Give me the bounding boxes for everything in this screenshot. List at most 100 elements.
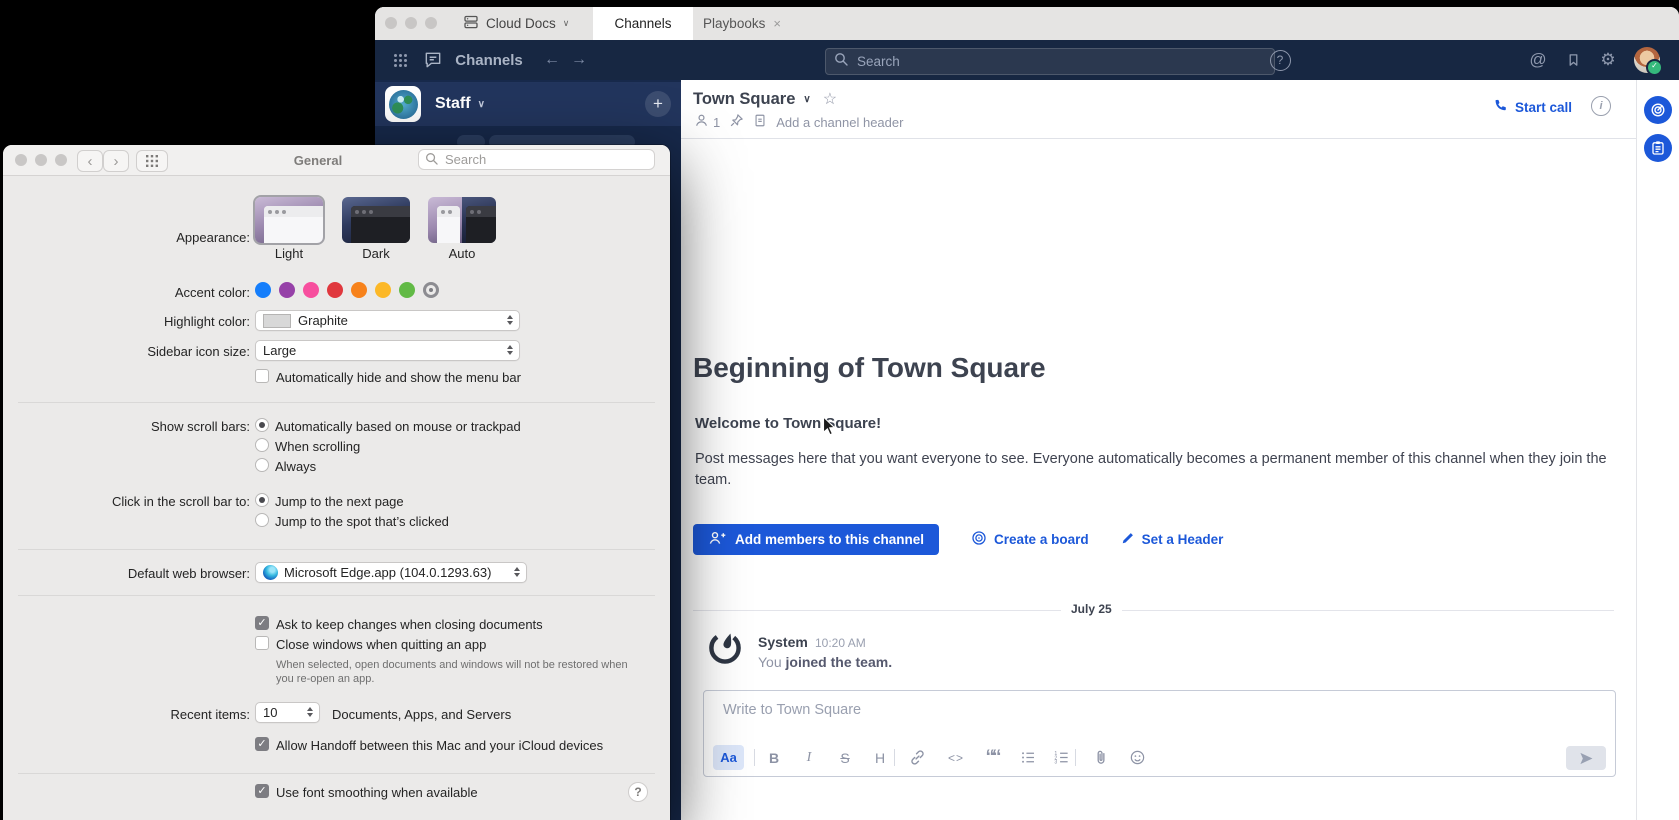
add-channel-header-button[interactable]: Add a channel header (776, 115, 903, 130)
close-windows-checkbox[interactable] (255, 636, 269, 650)
formatting-toggle-button[interactable]: Aa (713, 745, 744, 770)
appearance-auto-thumb[interactable] (428, 197, 496, 243)
scrollbars-radio-always[interactable] (255, 458, 269, 472)
message-input[interactable] (721, 701, 1425, 719)
italic-button[interactable]: I (797, 745, 821, 770)
history-forward-icon[interactable]: → (566, 40, 592, 80)
separator (18, 773, 655, 774)
chevron-down-icon: ∨ (478, 99, 485, 110)
saved-posts-bookmark-icon[interactable] (1561, 40, 1585, 80)
channel-name-menu[interactable]: Town Square ∨ ☆ (693, 89, 837, 109)
bulleted-list-button[interactable] (1016, 745, 1040, 770)
system-avatar-mattermost-logo (708, 631, 742, 665)
settings-gear-icon[interactable]: ⚙ (1595, 40, 1621, 80)
members-button[interactable]: 1 (694, 113, 720, 131)
bold-button[interactable]: B (762, 745, 786, 770)
global-search[interactable] (825, 48, 1275, 75)
zoom-traffic-light[interactable] (425, 17, 437, 29)
server-dropdown[interactable]: Cloud Docs ∨ (463, 7, 569, 40)
accent-swatch-blue[interactable] (255, 282, 271, 298)
emoji-button[interactable] (1125, 745, 1149, 770)
favorite-star-icon[interactable]: ☆ (823, 89, 837, 109)
team-header[interactable]: Staff ∨ + (375, 82, 681, 126)
font-smoothing-checkbox[interactable]: ✓ (255, 784, 269, 798)
scrollbars-radio-auto[interactable] (255, 418, 269, 432)
scrollbars-radio-when-scrolling[interactable] (255, 438, 269, 452)
zoom-traffic-light[interactable] (55, 154, 67, 166)
pinned-posts-icon[interactable] (729, 113, 744, 131)
link-button[interactable] (905, 745, 929, 770)
show-all-grid-icon[interactable] (136, 150, 168, 172)
code-button[interactable]: <> (944, 745, 968, 770)
help-question-button[interactable]: ? (628, 782, 648, 802)
scrollclick-radio-spot[interactable] (255, 513, 269, 527)
close-traffic-light[interactable] (385, 17, 397, 29)
recent-items-label: Recent items: (3, 707, 250, 722)
accent-swatch-graphite-selected[interactable] (423, 282, 439, 298)
boards-icon[interactable] (1644, 96, 1672, 124)
sidebar-icon-size-label: Sidebar icon size: (3, 344, 250, 359)
welcome-text: Post messages here that you want everyon… (695, 449, 1613, 491)
product-switcher-grid-icon[interactable] (387, 40, 413, 80)
help-icon[interactable]: ? (1268, 40, 1292, 80)
start-call-button[interactable]: Start call (1493, 98, 1572, 116)
channel-header: Town Square ∨ ☆ 1 (681, 80, 1636, 139)
tab-playbooks[interactable]: Playbooks × (697, 7, 787, 40)
attachment-paperclip-icon[interactable] (1089, 745, 1113, 770)
hide-menubar-checkbox[interactable] (255, 369, 269, 383)
history-back-icon[interactable]: ← (539, 40, 565, 80)
minimize-traffic-light[interactable] (405, 17, 417, 29)
close-traffic-light[interactable] (15, 154, 27, 166)
prefs-search-input[interactable] (443, 151, 648, 168)
ask-keep-changes-checkbox[interactable]: ✓ (255, 616, 269, 630)
search-input[interactable] (855, 53, 1266, 70)
accent-swatch-red[interactable] (327, 282, 343, 298)
tab-channels[interactable]: Channels (593, 7, 693, 40)
date-divider[interactable]: July 25 (1061, 602, 1122, 616)
post-author[interactable]: System (758, 634, 808, 650)
accent-swatch-purple[interactable] (279, 282, 295, 298)
separator (18, 549, 655, 550)
strikethrough-button[interactable]: S (833, 745, 857, 770)
set-header-button[interactable]: Set a Header (1121, 531, 1224, 548)
accent-swatch-green[interactable] (399, 282, 415, 298)
playbooks-icon[interactable] (1644, 134, 1672, 162)
appearance-light-thumb[interactable] (255, 197, 323, 243)
sidebar-icon-size-select[interactable]: Large (255, 340, 520, 361)
handoff-checkbox[interactable]: ✓ (255, 737, 269, 751)
check-icon: ✓ (257, 785, 266, 797)
minimize-traffic-light[interactable] (35, 154, 47, 166)
channel-files-icon[interactable] (753, 113, 767, 131)
user-avatar[interactable]: ✓ (1631, 40, 1663, 80)
handoff-label: Allow Handoff between this Mac and your … (276, 738, 603, 753)
accent-swatch-yellow[interactable] (375, 282, 391, 298)
appearance-dark-thumb[interactable] (342, 197, 410, 243)
default-browser-select[interactable]: Microsoft Edge.app (104.0.1293.63) (255, 562, 527, 583)
toolbar-divider (894, 749, 895, 766)
recent-items-select[interactable]: 10 (255, 702, 320, 723)
quote-button[interactable]: ““ (980, 745, 1004, 770)
channels-product-icon (421, 40, 445, 80)
close-tab-icon[interactable]: × (773, 16, 781, 31)
prefs-forward-button[interactable]: › (103, 150, 129, 172)
add-members-button[interactable]: Add members to this channel (693, 524, 939, 555)
server-icon (463, 14, 479, 33)
heading-button[interactable]: H (868, 745, 892, 770)
scrollbars-option-label: Automatically based on mouse or trackpad (275, 419, 521, 434)
numbered-list-button[interactable]: 1 2 3 (1049, 745, 1073, 770)
message-composer[interactable]: Aa B I S H <> ““ (703, 690, 1616, 777)
prefs-back-button[interactable]: ‹ (77, 150, 103, 172)
highlight-color-select[interactable]: Graphite (255, 310, 520, 331)
mentions-at-icon[interactable]: @ (1525, 40, 1551, 80)
scrollclick-radio-next-page[interactable] (255, 493, 269, 507)
send-button[interactable] (1566, 746, 1606, 770)
accent-swatch-pink[interactable] (303, 282, 319, 298)
post-message: You joined the team. (758, 654, 892, 670)
channel-info-icon[interactable]: i (1591, 96, 1611, 116)
accent-swatch-orange[interactable] (351, 282, 367, 298)
create-board-button[interactable]: Create a board (971, 530, 1089, 549)
team-icon[interactable] (385, 86, 421, 122)
prefs-search-field[interactable] (418, 149, 655, 170)
stepper-arrows (507, 315, 513, 325)
add-channel-button[interactable]: + (645, 91, 671, 117)
